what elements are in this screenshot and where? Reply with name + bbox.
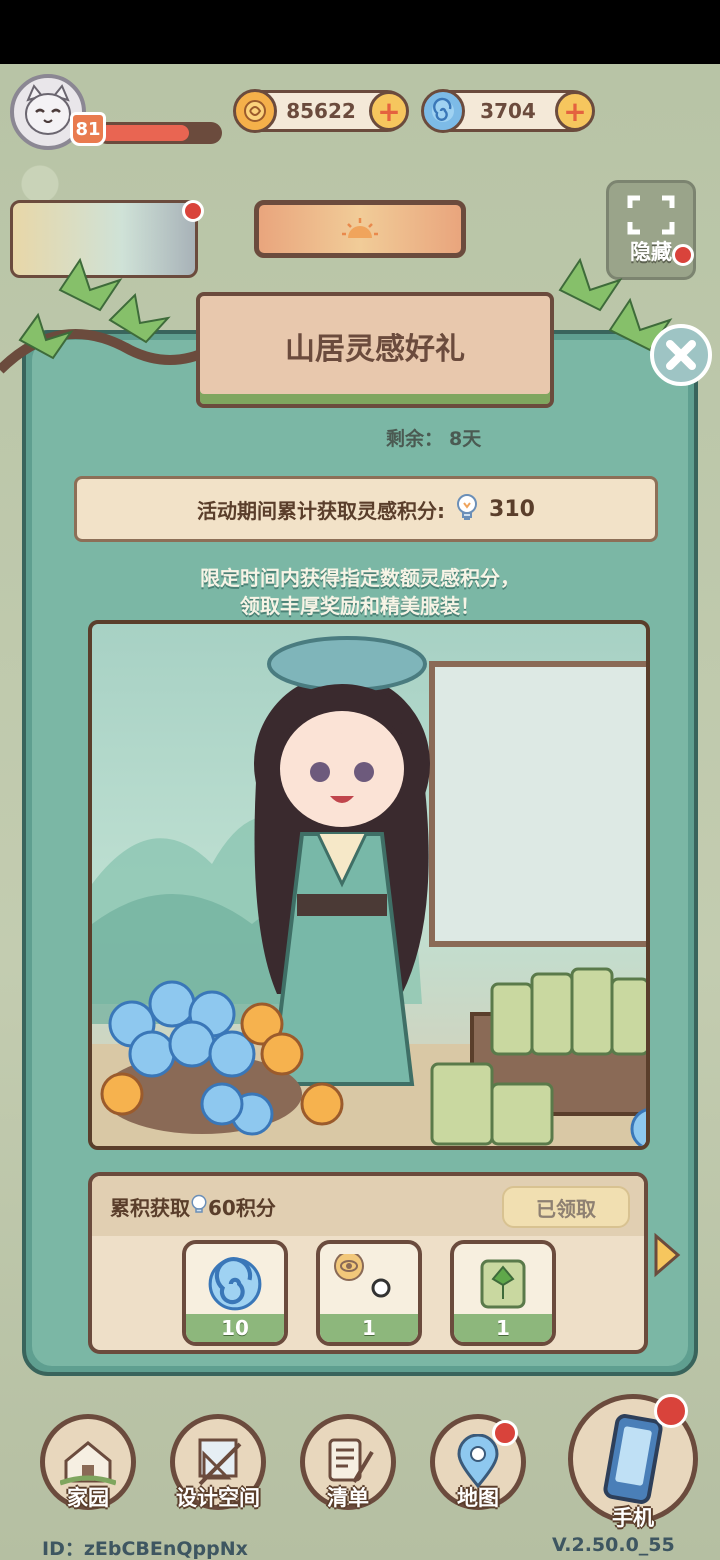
reward-item-quantity: 10	[186, 1314, 284, 1342]
coin-icon	[233, 89, 277, 133]
close-icon	[666, 340, 696, 370]
xp-bar	[96, 122, 222, 144]
nav-home-label: 家园	[67, 1486, 109, 1510]
score-banner: 活动期间累计获取灵感积分: 310	[74, 476, 658, 542]
lightbulb-icon	[191, 1194, 207, 1213]
reward-item-slot[interactable]: 10	[182, 1240, 288, 1346]
leaf-scroll-icon	[454, 1250, 552, 1318]
xp-fill	[99, 125, 189, 141]
spiral-gem-icon	[421, 89, 465, 133]
reward-tier-header: 累积获取 60积分 已领取	[92, 1176, 644, 1236]
remaining-time: 剩余： 8天	[386, 424, 481, 451]
cat-face-icon	[25, 84, 71, 135]
reward-tier-label: 累积获取 60积分	[110, 1192, 276, 1221]
spiral-gem-icon	[186, 1250, 284, 1318]
nav-design-space[interactable]: 设计空间	[170, 1414, 266, 1512]
claimed-button[interactable]: 已领取	[502, 1186, 630, 1228]
nav-checklist-label: 清单	[327, 1486, 369, 1510]
player-id: ID：zEbCBEnQppNx	[42, 1538, 248, 1560]
tier-label-prefix: 累积获取	[110, 1195, 190, 1220]
nav-map-label: 地图	[457, 1486, 499, 1510]
next-tier-arrow-icon[interactable]	[652, 1232, 682, 1278]
lightbulb-icon	[455, 493, 479, 525]
reward-item-quantity: 1	[320, 1314, 418, 1342]
status-bar	[0, 0, 720, 64]
notification-dot	[182, 200, 204, 222]
event-title: 山居灵感好礼	[285, 332, 465, 367]
frame-corners-icon	[627, 195, 675, 235]
add-coins-button[interactable]: +	[369, 91, 409, 131]
tier-label-suffix: 60积分	[208, 1195, 276, 1220]
add-gems-button[interactable]: +	[555, 91, 595, 131]
nav-phone-label: 手机	[612, 1506, 654, 1530]
outfit-showcase	[88, 620, 650, 1150]
sun-icon	[342, 218, 378, 238]
coin-counter[interactable]: 85622 +	[233, 89, 409, 133]
reward-item-slot[interactable]: 1	[316, 1240, 422, 1346]
reward-item-quantity: 1	[454, 1314, 552, 1342]
app-version: V.2.50.0_55	[552, 1534, 675, 1556]
level-badge: 81	[70, 112, 106, 146]
score-value: 310	[489, 496, 535, 522]
notification-dot	[654, 1394, 688, 1428]
orb-item-icon	[320, 1250, 418, 1318]
remaining-label: 剩余：	[386, 428, 444, 450]
notification-dot	[492, 1420, 518, 1446]
outfit-illustration	[92, 636, 646, 1146]
reward-item-slot[interactable]: 1	[450, 1240, 556, 1346]
event-description-line-1: 限定时间内获得指定数额灵感积分，	[200, 566, 520, 590]
score-label: 活动期间累计获取灵感积分:	[197, 498, 446, 523]
event-title-plate: 山居灵感好礼	[196, 292, 554, 408]
close-button[interactable]	[650, 324, 712, 386]
nav-design-space-label: 设计空间	[176, 1486, 260, 1510]
event-description-line-2: 领取丰厚奖励和精美服装！	[240, 594, 480, 618]
nav-checklist[interactable]: 清单	[300, 1414, 396, 1512]
remaining-value: 8天	[449, 428, 482, 450]
gem-counter[interactable]: 3704 +	[421, 89, 595, 133]
nav-home[interactable]: 家园	[40, 1414, 136, 1512]
